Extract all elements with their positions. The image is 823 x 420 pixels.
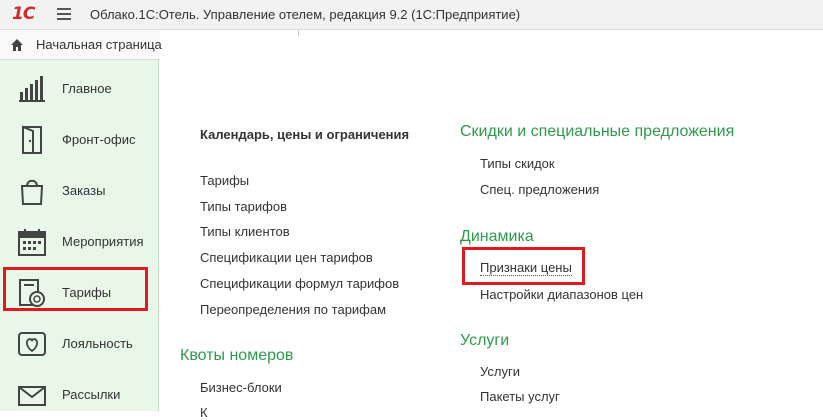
tariff-document-icon <box>19 279 45 307</box>
link-services[interactable]: Услуги <box>480 364 520 379</box>
bar-chart-icon <box>19 76 45 102</box>
sidebar-item-tariffs[interactable]: Тарифы <box>0 266 158 317</box>
home-tab-label: Начальная страница <box>36 37 162 52</box>
sidebar-item-label: Тарифы <box>62 285 112 300</box>
link-price-attributes[interactable]: Признаки цены <box>480 260 572 276</box>
link-discount-types[interactable]: Типы скидок <box>480 156 555 171</box>
discounts-heading: Скидки и специальные предложения <box>460 123 735 140</box>
sidebar-item-label: Главное <box>62 81 112 96</box>
sidebar-item-front-office[interactable]: Фронт-офис <box>0 113 158 164</box>
sidebar-item-label: Заказы <box>62 183 106 198</box>
sidebar-item-mailings[interactable]: Рассылки <box>0 368 158 411</box>
quotas-heading: Квоты номеров <box>180 347 294 364</box>
envelope-icon <box>18 386 46 406</box>
link-tariff-types[interactable]: Типы тарифов <box>200 199 287 214</box>
services-heading: Услуги <box>460 332 510 349</box>
sidebar-item-label: Рассылки <box>62 387 121 402</box>
door-icon <box>22 125 42 154</box>
link-tariffs[interactable]: Тарифы <box>200 173 249 188</box>
sidebar: Главное Фронт-офис Заказы Мероприятия Та… <box>0 60 159 411</box>
sidebar-item-loyalty[interactable]: Лояльность <box>0 317 158 368</box>
title-bar: 1С Облако.1С:Отель. Управление отелем, р… <box>0 0 823 30</box>
window-title: Облако.1С:Отель. Управление отелем, реда… <box>90 7 521 22</box>
shopping-bag-icon <box>20 179 44 205</box>
link-client-types[interactable]: Типы клиентов <box>200 224 290 239</box>
sidebar-item-label: Мероприятия <box>62 234 144 249</box>
calendar-heading: Календарь, цены и ограничения <box>200 127 410 142</box>
app-logo: 1С <box>12 4 35 24</box>
link-tariff-formula-specs[interactable]: Спецификации формул тарифов <box>200 276 399 291</box>
dynamics-heading: Динамика <box>460 228 534 245</box>
section-content: Календарь, цены и ограничения Тарифы Тип… <box>170 36 823 420</box>
sidebar-item-label: Фронт-офис <box>62 132 136 147</box>
home-icon <box>11 39 23 51</box>
link-price-range-settings[interactable]: Настройки диапазонов цен <box>480 287 643 302</box>
sidebar-item-events[interactable]: Мероприятия <box>0 215 158 266</box>
link-service-packages[interactable]: Пакеты услуг <box>480 389 560 404</box>
link-quotas-more[interactable]: К <box>200 405 208 420</box>
menu-icon[interactable] <box>57 8 71 20</box>
heart-icon <box>18 332 46 356</box>
link-business-blocks[interactable]: Бизнес-блоки <box>200 380 282 395</box>
sidebar-item-orders[interactable]: Заказы <box>0 164 158 215</box>
link-tariff-price-specs[interactable]: Спецификации цен тарифов <box>200 250 373 265</box>
sidebar-item-main[interactable]: Главное <box>0 62 158 113</box>
calendar-icon <box>18 229 46 256</box>
sidebar-item-label: Лояльность <box>62 336 133 351</box>
link-special-offers[interactable]: Спец. предложения <box>480 182 599 197</box>
link-tariff-overrides[interactable]: Переопределения по тарифам <box>200 302 386 317</box>
home-tab[interactable]: Начальная страница <box>0 30 162 60</box>
